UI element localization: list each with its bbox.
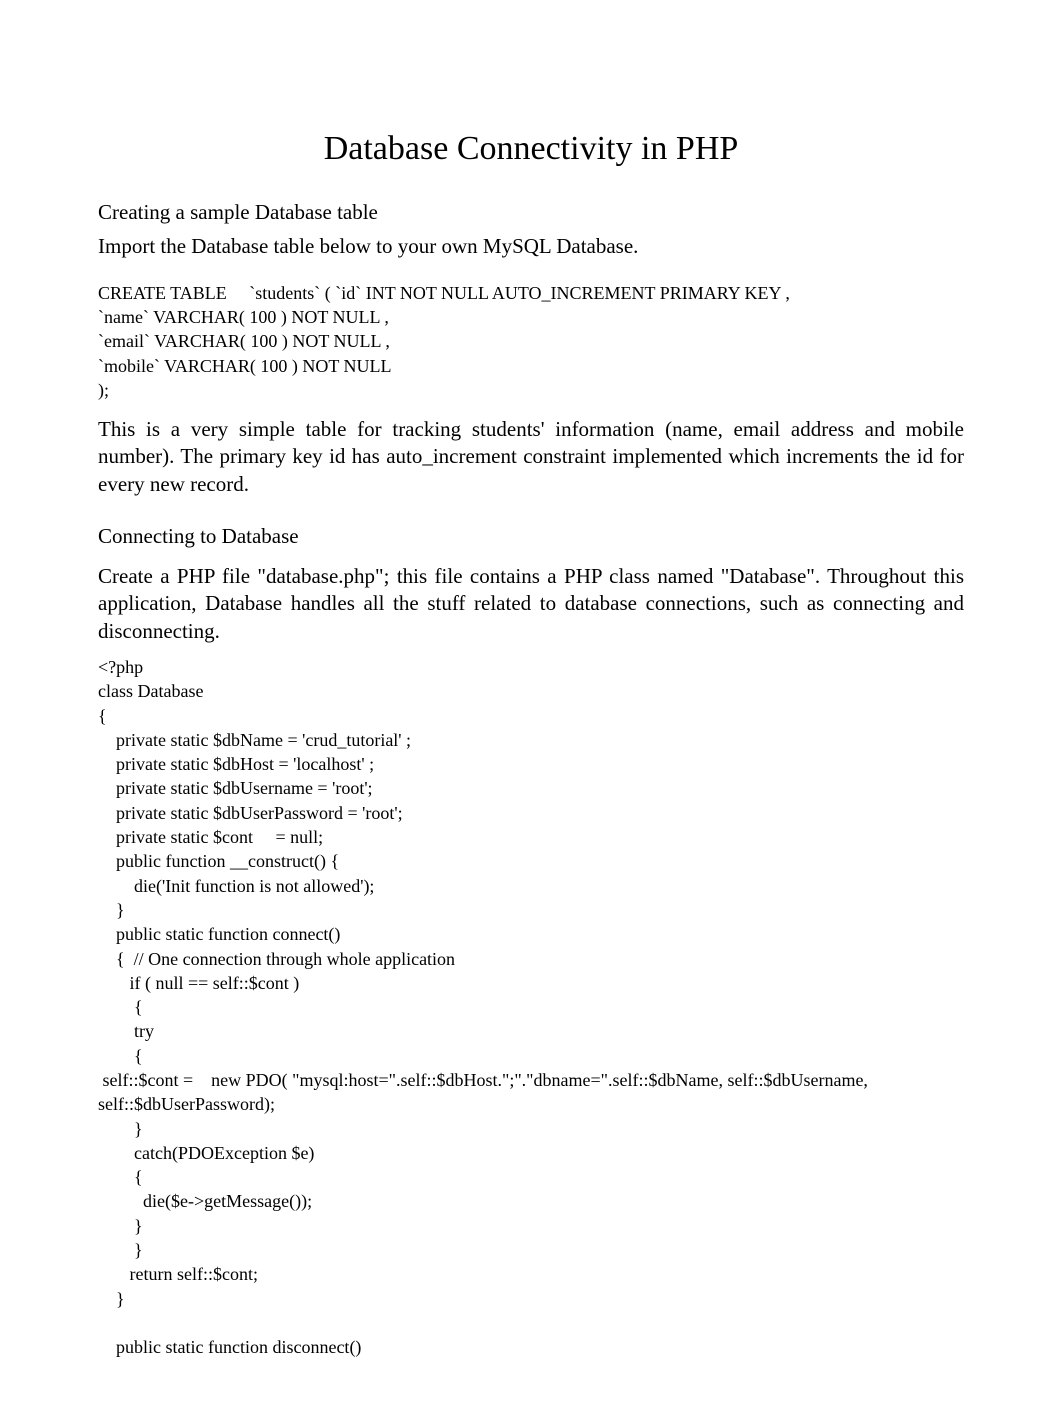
section-description-1: This is a very simple table for tracking… xyxy=(98,416,964,498)
php-code-block: <?php class Database { private static $d… xyxy=(98,655,964,1360)
sql-code-block: CREATE TABLE `students` ( `id` INT NOT N… xyxy=(98,281,964,402)
section-heading-2: Connecting to Database xyxy=(98,524,964,549)
section-intro-2: Create a PHP file "database.php"; this f… xyxy=(98,563,964,645)
section-heading-1: Creating a sample Database table xyxy=(98,198,964,226)
section-intro-1: Import the Database table below to your … xyxy=(98,232,964,260)
page-title: Database Connectivity in PHP xyxy=(98,130,964,168)
document-page: Database Connectivity in PHP Creating a … xyxy=(0,0,1062,1420)
